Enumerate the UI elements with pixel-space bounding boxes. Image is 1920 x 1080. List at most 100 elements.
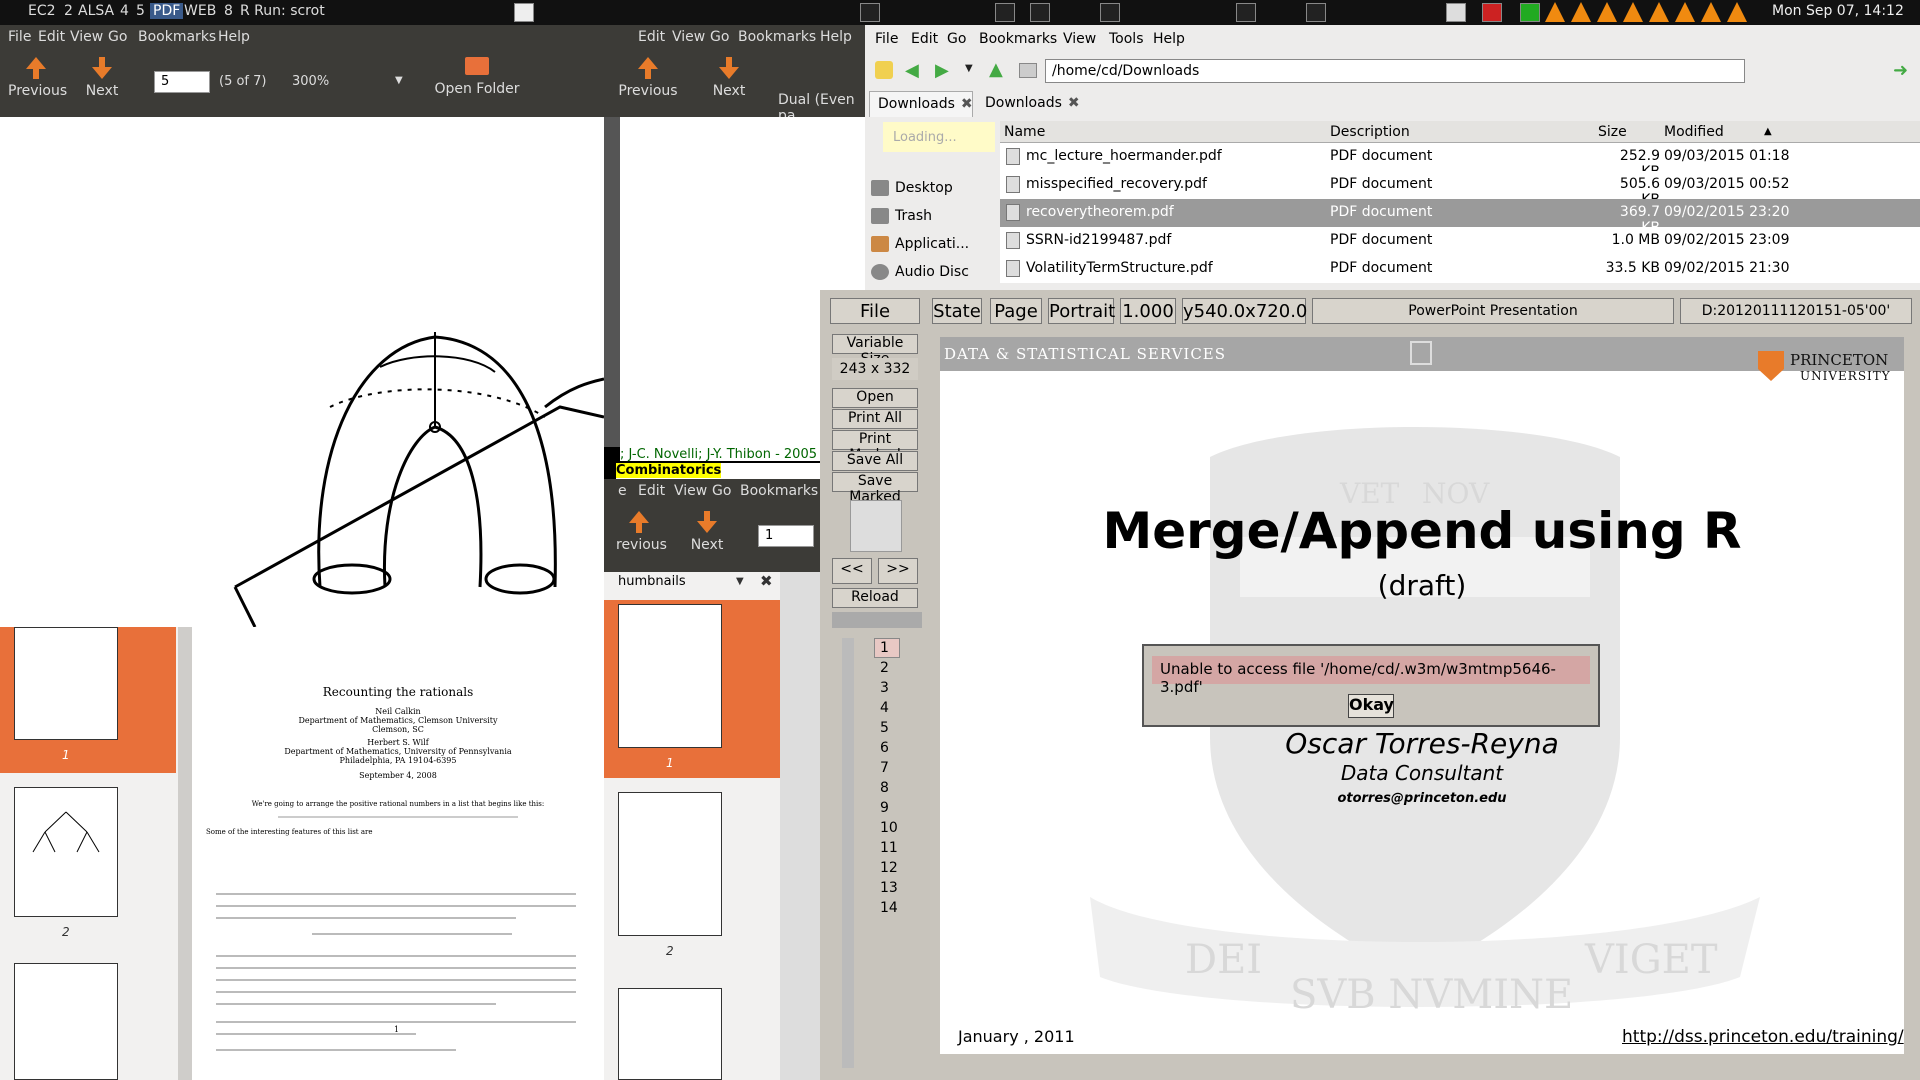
menu-help[interactable]: Help bbox=[820, 29, 852, 45]
scrollbar[interactable] bbox=[604, 117, 620, 447]
page-list-item[interactable]: 5 bbox=[880, 720, 889, 736]
menu-tools[interactable]: Tools bbox=[1109, 31, 1144, 47]
dimensions-button[interactable]: y540.0x720.0 bbox=[1182, 298, 1307, 324]
menu-help[interactable]: Help bbox=[218, 29, 250, 45]
vlc-icon[interactable] bbox=[1675, 2, 1695, 22]
print-marked-button[interactable]: Print Marked bbox=[832, 430, 918, 463]
menu-edit[interactable]: Edit bbox=[38, 29, 65, 45]
column-description[interactable]: Description bbox=[1330, 124, 1410, 140]
place-desktop[interactable]: Desktop bbox=[895, 180, 953, 196]
tab-downloads[interactable]: Downloads ✖ bbox=[869, 91, 973, 117]
close-icon[interactable]: ✖ bbox=[760, 572, 773, 590]
document-page[interactable]: Recounting the rationals Neil Calkin Dep… bbox=[192, 627, 604, 1080]
menu-file[interactable]: e bbox=[618, 483, 627, 499]
open-folder-button[interactable]: Open Folder bbox=[432, 57, 522, 97]
menu-help[interactable]: Help bbox=[1153, 31, 1185, 47]
thumbnail-page[interactable] bbox=[14, 627, 118, 740]
page-list-item[interactable]: 6 bbox=[880, 740, 889, 756]
vlc-icon[interactable] bbox=[1545, 2, 1565, 22]
new-tab-icon[interactable] bbox=[875, 61, 893, 79]
folder-icon[interactable] bbox=[1446, 3, 1466, 22]
place-audio-disc[interactable]: Audio Disc bbox=[895, 264, 969, 280]
mark-toolbar[interactable] bbox=[832, 612, 922, 628]
column-name[interactable]: Name bbox=[1004, 124, 1045, 140]
file-row[interactable]: SSRN-id2199487.pdf PDF document 1.0 MB 0… bbox=[1000, 227, 1920, 255]
column-size[interactable]: Size bbox=[1598, 124, 1627, 140]
vlc-icon[interactable] bbox=[1649, 2, 1669, 22]
workspace-pdf[interactable]: PDF bbox=[150, 3, 184, 19]
tab-downloads[interactable]: Downloads ✖ bbox=[977, 91, 1081, 117]
file-row-selected[interactable]: recoverytheorem.pdf PDF document 369.7 K… bbox=[1000, 199, 1920, 236]
terminal-icon[interactable] bbox=[1306, 3, 1326, 22]
scrollbar[interactable] bbox=[178, 627, 192, 1080]
workspace-web[interactable]: WEB bbox=[184, 3, 216, 19]
menu-edit[interactable]: Edit bbox=[638, 483, 665, 499]
page-list-item[interactable]: 9 bbox=[880, 800, 889, 816]
chevron-down-icon[interactable]: ▼ bbox=[965, 63, 973, 74]
print-all-button[interactable]: Print All bbox=[832, 409, 918, 429]
zoom-select[interactable]: 300% bbox=[292, 74, 329, 89]
workspace-3[interactable]: ALSA bbox=[78, 3, 114, 19]
page-list-item[interactable]: 1 bbox=[880, 640, 889, 656]
menu-bookmarks[interactable]: Bookmarks bbox=[740, 483, 818, 499]
window-icon[interactable] bbox=[514, 3, 534, 22]
close-icon[interactable]: ✖ bbox=[1068, 95, 1080, 111]
back-arrow-icon[interactable]: ◀ bbox=[905, 60, 919, 81]
page-list-item[interactable]: 3 bbox=[880, 680, 889, 696]
file-button[interactable]: File bbox=[830, 298, 920, 324]
page-button[interactable]: Page bbox=[990, 298, 1042, 324]
page-list-item[interactable]: 13 bbox=[880, 880, 898, 896]
terminal-icon[interactable] bbox=[1100, 3, 1120, 22]
menu-edit[interactable]: Edit bbox=[911, 31, 938, 47]
vlc-icon[interactable] bbox=[1701, 2, 1721, 22]
variable-size-button[interactable]: Variable Size bbox=[832, 334, 918, 367]
next-page-button[interactable]: >> bbox=[878, 558, 918, 584]
app-icon[interactable] bbox=[1482, 3, 1502, 22]
menu-go[interactable]: Go bbox=[947, 31, 966, 47]
page-list-item[interactable]: 10 bbox=[880, 820, 898, 836]
page-list-item[interactable]: 7 bbox=[880, 760, 889, 776]
menu-bookmarks[interactable]: Bookmarks bbox=[979, 31, 1057, 47]
sidebar-select[interactable]: humbnails bbox=[618, 574, 686, 589]
up-arrow-icon[interactable]: ▲ bbox=[989, 59, 1003, 80]
terminal-icon[interactable] bbox=[1236, 3, 1256, 22]
folder-icon[interactable] bbox=[1019, 63, 1037, 78]
workspace-4[interactable]: 4 bbox=[120, 3, 129, 19]
menu-go[interactable]: Go bbox=[710, 29, 729, 45]
menu-bookmarks[interactable]: Bookmarks bbox=[138, 29, 216, 45]
vlc-icon[interactable] bbox=[1623, 2, 1643, 22]
thumbnail-page[interactable] bbox=[618, 988, 722, 1080]
file-row[interactable]: mc_lecture_hoermander.pdf PDF document 2… bbox=[1000, 143, 1920, 180]
page-list-item[interactable]: 11 bbox=[880, 840, 898, 856]
column-modified[interactable]: Modified bbox=[1664, 124, 1724, 140]
workspace-1[interactable]: EC2 bbox=[28, 3, 56, 19]
workspace-2[interactable]: 2 bbox=[64, 3, 73, 19]
vlc-icon[interactable] bbox=[1597, 2, 1617, 22]
save-marked-button[interactable]: Save Marked bbox=[832, 472, 918, 505]
menu-view[interactable]: View bbox=[70, 29, 103, 45]
menu-file[interactable]: File bbox=[8, 29, 31, 45]
next-button[interactable]: Next bbox=[684, 511, 730, 553]
thumbnail-page[interactable] bbox=[618, 792, 722, 936]
menu-view[interactable]: View bbox=[1063, 31, 1096, 47]
menu-view[interactable]: View bbox=[674, 483, 707, 499]
orientation-button[interactable]: Portrait bbox=[1048, 298, 1115, 324]
menu-bookmarks[interactable]: Bookmarks bbox=[738, 29, 816, 45]
menu-view[interactable]: View bbox=[672, 29, 705, 45]
previous-button[interactable]: Previous bbox=[8, 57, 67, 99]
workspace-r-run[interactable]: R Run: scrot bbox=[240, 3, 325, 19]
go-arrow-icon[interactable]: ➜ bbox=[1893, 60, 1908, 81]
menu-edit[interactable]: Edit bbox=[638, 29, 665, 45]
thumbnail-page[interactable] bbox=[14, 963, 118, 1080]
next-button[interactable]: Next bbox=[78, 57, 126, 99]
chevron-down-icon[interactable]: ▼ bbox=[736, 576, 744, 587]
vlc-icon[interactable] bbox=[1571, 2, 1591, 22]
okay-button[interactable]: Okay bbox=[1348, 694, 1394, 718]
page-list-item[interactable]: 12 bbox=[880, 860, 898, 876]
forward-arrow-icon[interactable]: ▶ bbox=[935, 60, 949, 81]
previous-button[interactable]: Previous bbox=[618, 57, 678, 99]
state-button[interactable]: State bbox=[932, 298, 982, 324]
page-list-item[interactable]: 4 bbox=[880, 700, 889, 716]
page-list-item[interactable]: 14 bbox=[880, 900, 898, 916]
terminal-icon[interactable] bbox=[995, 3, 1015, 22]
